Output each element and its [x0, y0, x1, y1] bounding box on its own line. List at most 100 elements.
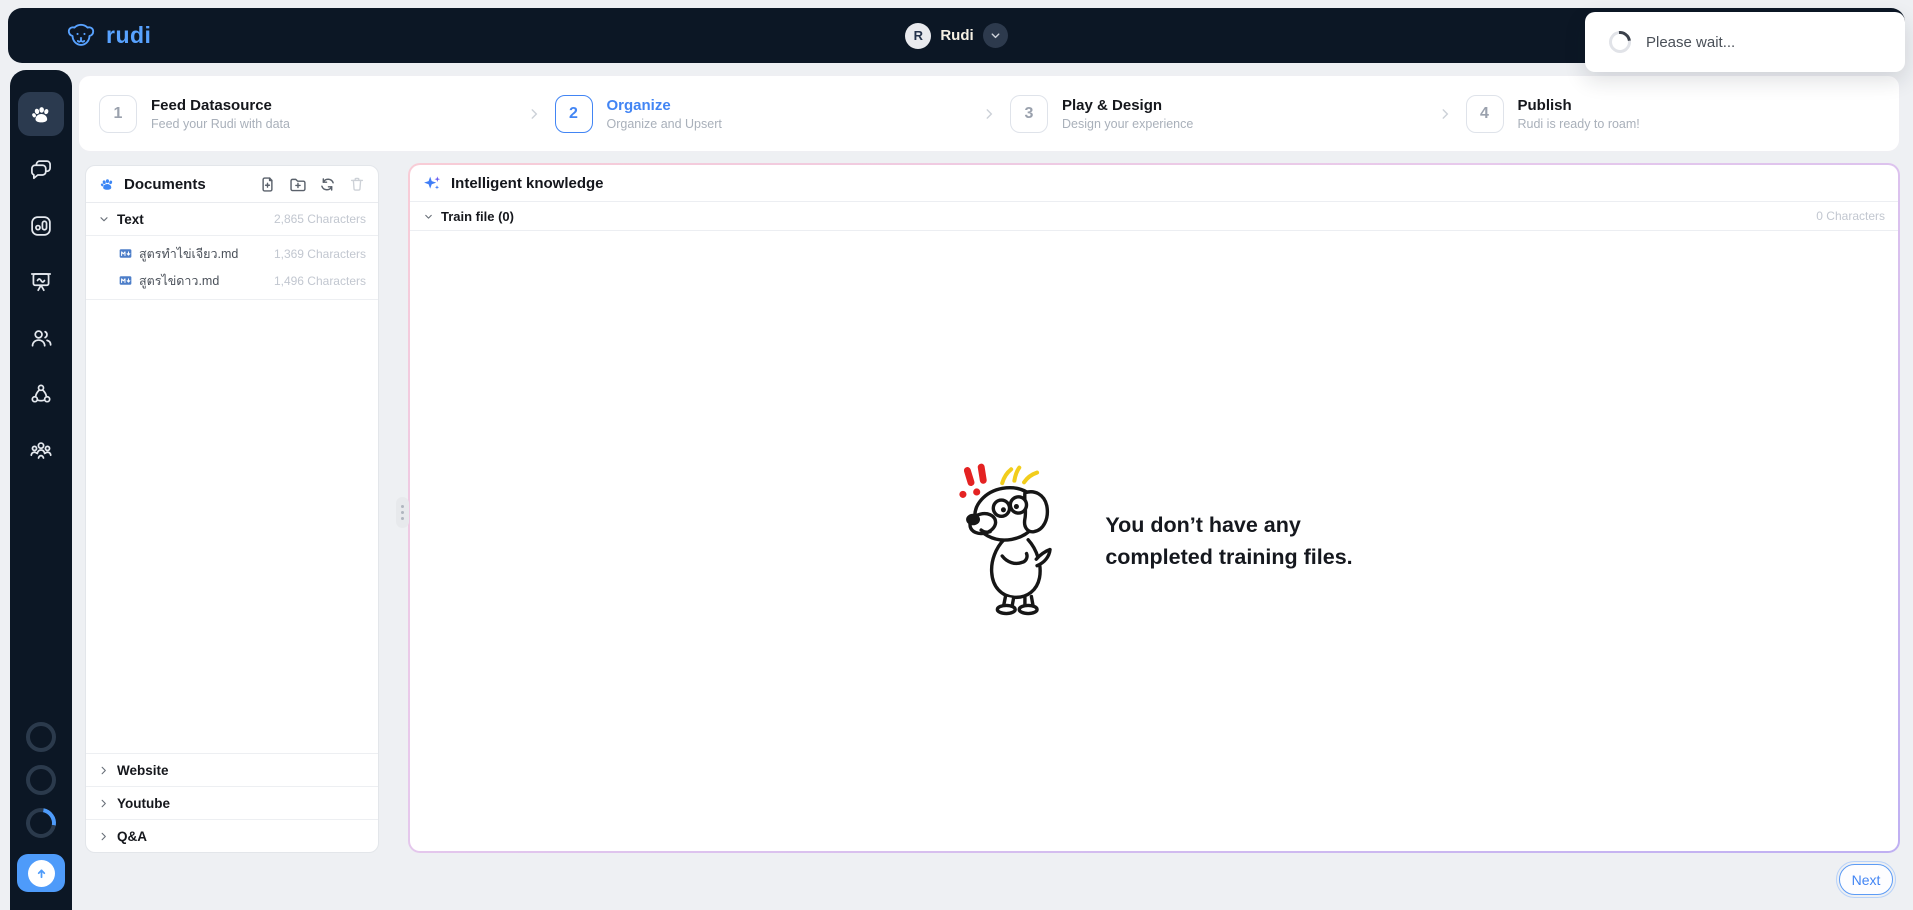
- presentation-icon: [28, 269, 54, 295]
- chevron-right-icon: [98, 765, 109, 776]
- step-publish[interactable]: 4 Publish Rudi is ready to roam!: [1465, 94, 1880, 133]
- paw-icon: [28, 101, 54, 127]
- sidebar-item-presentation[interactable]: [18, 260, 64, 304]
- file-list: สูตรทำไข่เจียว.md 1,369 Characters สูตรไ…: [86, 236, 378, 300]
- sidebar-bottom-group: [17, 722, 65, 892]
- users-icon: [28, 325, 54, 351]
- add-file-button[interactable]: [258, 175, 277, 194]
- rudi-dog-logo-icon: [66, 21, 96, 51]
- knowledge-panel-border: Intelligent knowledge Train file (0) 0 C…: [408, 163, 1900, 853]
- refresh-icon: [321, 177, 334, 191]
- chevron-right-icon: [527, 107, 541, 121]
- train-file-row[interactable]: Train file (0) 0 Characters: [410, 202, 1898, 231]
- next-button[interactable]: Next: [1836, 861, 1896, 898]
- progress-ring-loading: [20, 802, 62, 844]
- step-subtitle: Rudi is ready to roam!: [1517, 116, 1640, 131]
- sidebar-item-network[interactable]: [18, 372, 64, 416]
- section-text[interactable]: Text 2,865 Characters: [86, 203, 378, 236]
- step-title: Play & Design: [1062, 96, 1163, 114]
- sidebar-item-analytics[interactable]: [18, 204, 64, 248]
- delete-button[interactable]: [348, 175, 366, 193]
- chevron-down-icon: [423, 211, 434, 222]
- file-name: สูตรทำไข่เจียว.md: [139, 246, 239, 261]
- trash-icon: [350, 177, 364, 191]
- knowledge-header: Intelligent knowledge: [410, 165, 1898, 202]
- markdown-file-icon: [119, 274, 132, 287]
- sidebar: [10, 70, 72, 910]
- surprised-dog-illustration: [955, 462, 1077, 620]
- paw-icon: [98, 175, 116, 193]
- section-count: 2,865 Characters: [273, 212, 366, 226]
- knowledge-panel: Intelligent knowledge Train file (0) 0 C…: [410, 165, 1898, 851]
- step-subtitle: Feed your Rudi with data: [151, 116, 290, 131]
- arrow-up-icon: [27, 859, 55, 887]
- add-folder-button[interactable]: [288, 175, 307, 194]
- step-organize[interactable]: 2 Organize Organize and Upsert: [554, 94, 969, 133]
- step-title: Publish: [1517, 96, 1572, 114]
- add-folder-icon: [290, 178, 306, 191]
- step-number: 1: [99, 94, 137, 133]
- section-qa[interactable]: Q&A: [86, 819, 378, 852]
- sidebar-item-users[interactable]: [18, 316, 64, 360]
- train-file-label: Train file (0): [441, 208, 514, 224]
- documents-title: Documents: [124, 175, 206, 193]
- chevron-right-icon: [98, 831, 109, 842]
- step-title: Organize: [606, 96, 671, 114]
- progress-ring: [26, 722, 56, 752]
- user-menu-chevron-button[interactable]: [982, 23, 1008, 48]
- knowledge-title: Intelligent knowledge: [451, 174, 604, 192]
- stepper: 1 Feed Datasource Feed your Rudi with da…: [78, 75, 1900, 152]
- sidebar-item-chat[interactable]: [18, 148, 64, 192]
- chat-icon: [28, 157, 54, 183]
- brand[interactable]: rudi: [66, 21, 151, 51]
- team-icon: [28, 437, 54, 463]
- chevron-down-icon: [989, 29, 1002, 42]
- file-row[interactable]: สูตรไข่ดาว.md 1,496 Characters: [86, 267, 378, 294]
- section-youtube[interactable]: Youtube: [86, 786, 378, 819]
- step-feed-datasource[interactable]: 1 Feed Datasource Feed your Rudi with da…: [99, 94, 513, 133]
- user-menu[interactable]: R Rudi: [905, 22, 1008, 49]
- step-subtitle: Organize and Upsert: [606, 116, 722, 131]
- section-website[interactable]: Website: [86, 753, 378, 786]
- step-subtitle: Design your experience: [1062, 116, 1194, 131]
- section-label: Youtube: [117, 795, 170, 811]
- chevron-down-icon: [98, 213, 110, 225]
- documents-empty-space: [86, 300, 378, 753]
- empty-state-message: You don’t have any completed training fi…: [1105, 512, 1353, 569]
- empty-state: You don’t have any completed training fi…: [410, 231, 1898, 851]
- user-name: Rudi: [940, 27, 974, 44]
- analytics-icon: [28, 213, 54, 239]
- please-wait-toast: Please wait...: [1585, 12, 1905, 72]
- spinner-icon: [1604, 26, 1636, 58]
- toast-message: Please wait...: [1646, 33, 1736, 51]
- refresh-button[interactable]: [318, 175, 337, 194]
- step-play-design[interactable]: 3 Play & Design Design your experience: [1010, 94, 1424, 133]
- section-label: Q&A: [117, 828, 147, 844]
- step-number: 2: [554, 94, 593, 133]
- sidebar-item-team[interactable]: [18, 428, 64, 472]
- avatar: R: [905, 22, 932, 49]
- file-row[interactable]: สูตรทำไข่เจียว.md 1,369 Characters: [86, 240, 378, 267]
- step-number: 3: [1010, 94, 1048, 133]
- file-count: 1,496 Characters: [273, 273, 366, 288]
- train-file-count: 0 Characters: [1816, 209, 1885, 223]
- documents-header: Documents: [86, 166, 378, 203]
- network-icon: [28, 381, 54, 407]
- chevron-right-icon: [982, 107, 996, 121]
- upload-button[interactable]: [17, 854, 65, 892]
- step-title: Feed Datasource: [151, 96, 272, 114]
- file-count: 1,369 Characters: [273, 246, 366, 261]
- sparkles-icon: [423, 174, 442, 193]
- sidebar-item-rudi[interactable]: [18, 92, 64, 136]
- step-number: 4: [1465, 94, 1504, 133]
- brand-name: rudi: [106, 22, 152, 48]
- file-name: สูตรไข่ดาว.md: [139, 273, 220, 288]
- chevron-right-icon: [1438, 107, 1452, 121]
- chevron-right-icon: [98, 798, 109, 809]
- progress-ring: [26, 765, 56, 795]
- documents-panel: Documents Text 2,865 Characters สูตรทำไข…: [85, 165, 379, 853]
- section-label: Website: [117, 762, 169, 778]
- markdown-file-icon: [119, 247, 132, 260]
- panel-resize-handle[interactable]: [396, 497, 409, 528]
- add-file-icon: [262, 176, 273, 192]
